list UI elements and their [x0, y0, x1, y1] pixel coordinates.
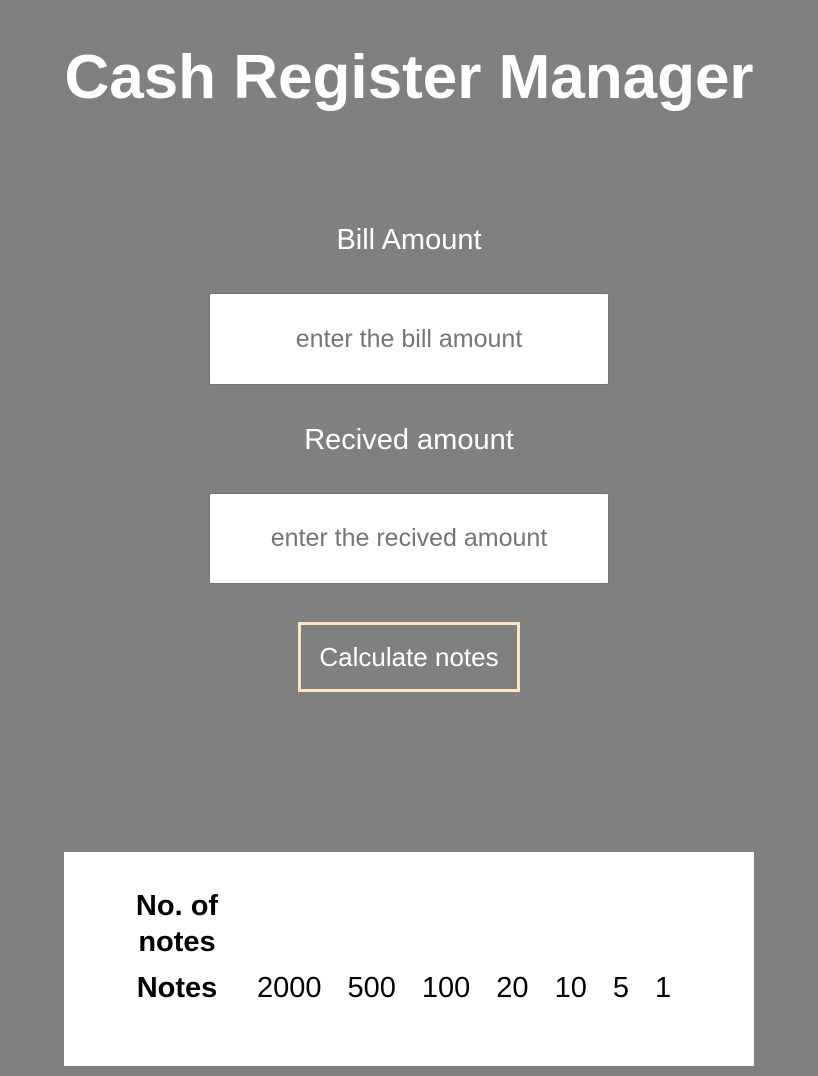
page-title: Cash Register Manager: [64, 43, 754, 112]
notes-header: Notes: [136, 972, 218, 1004]
notes-table: No. of notes Notes 2000 500 100 20 10 5 …: [110, 888, 684, 1008]
notes-count-cell: [244, 888, 335, 962]
notes-count-cell: [542, 888, 600, 962]
received-amount-label: Recived amount: [304, 424, 514, 456]
denomination-cell: 500: [347, 972, 396, 1004]
notes-count-row: No. of notes: [110, 888, 684, 962]
denomination-cell: 1: [654, 972, 672, 1004]
notes-count-header: No. of notes: [135, 890, 219, 958]
notes-count-cell: [483, 888, 541, 962]
notes-count-cell: [335, 888, 409, 962]
bill-amount-input[interactable]: [209, 293, 609, 385]
bill-amount-label: Bill Amount: [336, 224, 482, 256]
received-amount-input[interactable]: [209, 493, 609, 584]
notes-count-cell: [409, 888, 483, 962]
denomination-cell: 5: [612, 972, 629, 1004]
notes-count-cell: [600, 888, 642, 962]
calculate-notes-button[interactable]: Calculate notes: [298, 622, 520, 692]
output-panel: No. of notes Notes 2000 500 100 20 10 5 …: [64, 852, 754, 1066]
notes-denomination-row: Notes 2000 500 100 20 10 5 1: [110, 962, 684, 1008]
denomination-cell: 2000: [257, 972, 322, 1004]
denomination-cell: 100: [421, 972, 471, 1004]
page: Cash Register Manager Bill Amount Recive…: [0, 0, 818, 1076]
denomination-cell: 10: [554, 972, 587, 1004]
notes-count-cell: [642, 888, 684, 962]
denomination-cell: 20: [496, 972, 529, 1004]
